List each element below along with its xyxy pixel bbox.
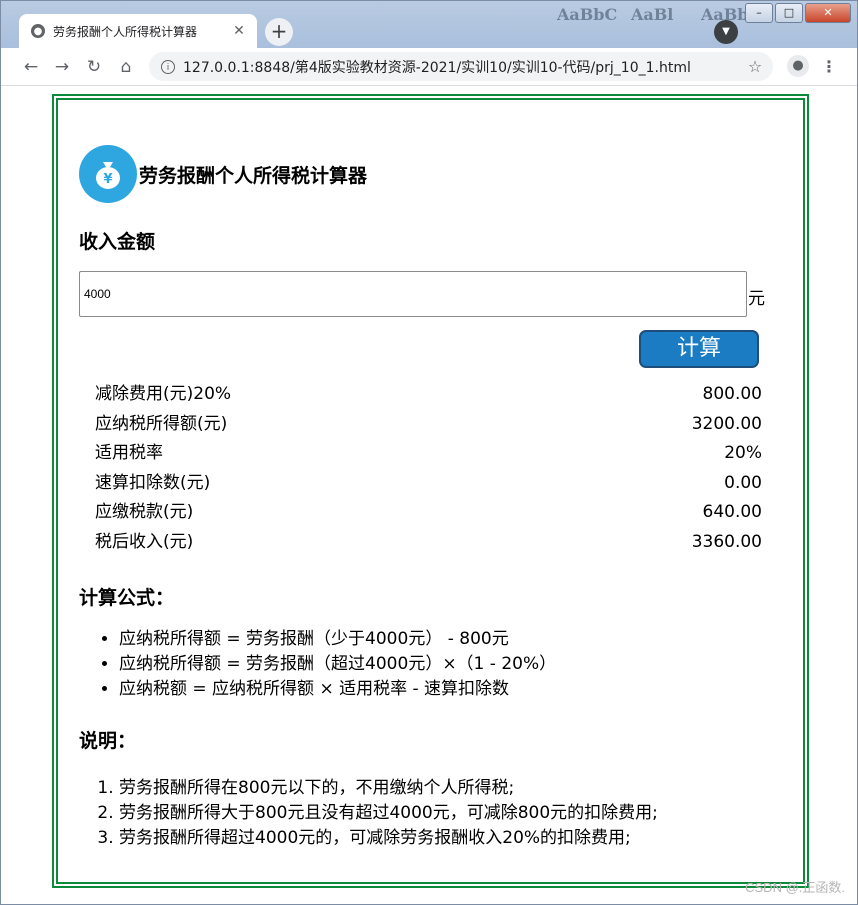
result-row: 应纳税所得额(元) 3200.00 [95,410,762,440]
browser-toolbar: ← → ↻ ⌂ i 127.0.0.1:8848/第4版实验教材资源-2021/… [1,48,857,86]
unit-label: 元 [748,289,765,309]
result-value: 640.00 [702,502,762,523]
tab-title: 劳务报酬个人所得税计算器 [53,24,198,39]
bookmark-star-icon[interactable]: ☆ [745,57,765,76]
result-label: 速算扣除数(元) [95,472,211,493]
browser-tab[interactable]: ● 劳务报酬个人所得税计算器 ✕ [19,14,257,48]
background-text: AaBbC [557,5,618,24]
money-bag-icon: ¥ [79,145,137,203]
formula-list: 应纳税所得额 = 劳务报酬（少于4000元） - 800元 应纳税所得额 = 劳… [79,627,556,702]
menu-icon[interactable]: ⋮ [819,54,839,80]
app-header: ¥ 劳务报酬个人所得税计算器 [79,145,367,203]
close-tab-icon[interactable]: ✕ [231,23,247,39]
calculate-button[interactable]: 计算 [639,330,759,368]
close-window-button[interactable]: ✕ [805,3,851,23]
list-item: 劳务报酬所得大于800元且没有超过4000元，可减除800元的扣除费用; [119,801,658,826]
watermark: CSDN @.正函数. [745,880,845,895]
result-row: 速算扣除数(元) 0.00 [95,469,762,499]
result-value: 0.00 [724,472,762,493]
result-label: 减除费用(元)20% [95,384,232,404]
list-item: 应纳税所得额 = 劳务报酬（少于4000元） - 800元 [119,627,556,652]
reload-icon[interactable]: ↻ [81,54,107,80]
list-item: 劳务报酬所得超过4000元的，可减除劳务报酬收入20%的扣除费用; [119,826,658,851]
calculator-frame: ¥ 劳务报酬个人所得税计算器 收入金额 元 计算 减除费用(元)20% 800.0… [52,94,809,888]
list-item: 应纳税额 = 应纳税所得额 × 适用税率 - 速算扣除数 [119,677,556,702]
browser-window: AaBbC AaBl AaBb ● 劳务报酬个人所得税计算器 ✕ + ▼ – □… [0,0,858,905]
globe-icon: ● [31,24,45,38]
result-value: 800.00 [702,384,762,404]
result-label: 税后收入(元) [95,531,194,552]
result-value: 3200.00 [691,413,762,434]
result-row: 应缴税款(元) 640.00 [95,498,762,528]
result-row: 减除费用(元)20% 800.00 [95,380,762,410]
result-value: 20% [724,443,762,464]
background-text: AaBl [631,5,674,24]
new-tab-button[interactable]: + [265,18,293,46]
list-item: 劳务报酬所得在800元以下的，不用缴纳个人所得税; [119,776,658,801]
income-heading: 收入金额 [79,231,156,253]
list-item: 应纳税所得额 = 劳务报酬（超过4000元）×（1 - 20%） [119,652,556,677]
notes-list: 劳务报酬所得在800元以下的，不用缴纳个人所得税; 劳务报酬所得大于800元且没… [79,776,658,851]
minimize-button[interactable]: – [745,3,773,23]
page-title: 劳务报酬个人所得税计算器 [139,164,368,187]
notes-heading: 说明： [79,730,137,752]
result-row: 适用税率 20% [95,439,762,469]
title-bar: AaBbC AaBl AaBb ● 劳务报酬个人所得税计算器 ✕ + ▼ – □… [1,1,857,48]
maximize-button[interactable]: □ [775,3,803,23]
results-table: 减除费用(元)20% 800.00 应纳税所得额(元) 3200.00 适用税率 20… [95,380,762,558]
result-label: 应纳税所得额(元) [95,413,228,434]
url-text[interactable]: 127.0.0.1:8848/第4版实验教材资源-2021/实训10/实训10-… [183,57,745,77]
window-controls: – □ ✕ [745,3,851,23]
income-amount-input[interactable] [79,271,747,317]
svg-text:¥: ¥ [103,172,112,187]
formula-heading: 计算公式： [79,587,175,609]
tab-search-icon[interactable]: ▼ [714,20,738,44]
result-label: 应缴税款(元) [95,502,194,523]
account-icon[interactable]: ● [787,55,809,77]
forward-icon[interactable]: → [49,54,75,80]
info-icon[interactable]: i [161,59,175,74]
page-viewport: ¥ 劳务报酬个人所得税计算器 收入金额 元 计算 减除费用(元)20% 800.0… [1,86,857,904]
home-icon[interactable]: ⌂ [113,54,139,80]
result-value: 3360.00 [691,531,762,552]
address-bar[interactable]: i 127.0.0.1:8848/第4版实验教材资源-2021/实训10/实训1… [149,52,773,81]
back-icon[interactable]: ← [18,54,44,80]
result-label: 适用税率 [95,443,163,464]
result-row: 税后收入(元) 3360.00 [95,528,762,558]
